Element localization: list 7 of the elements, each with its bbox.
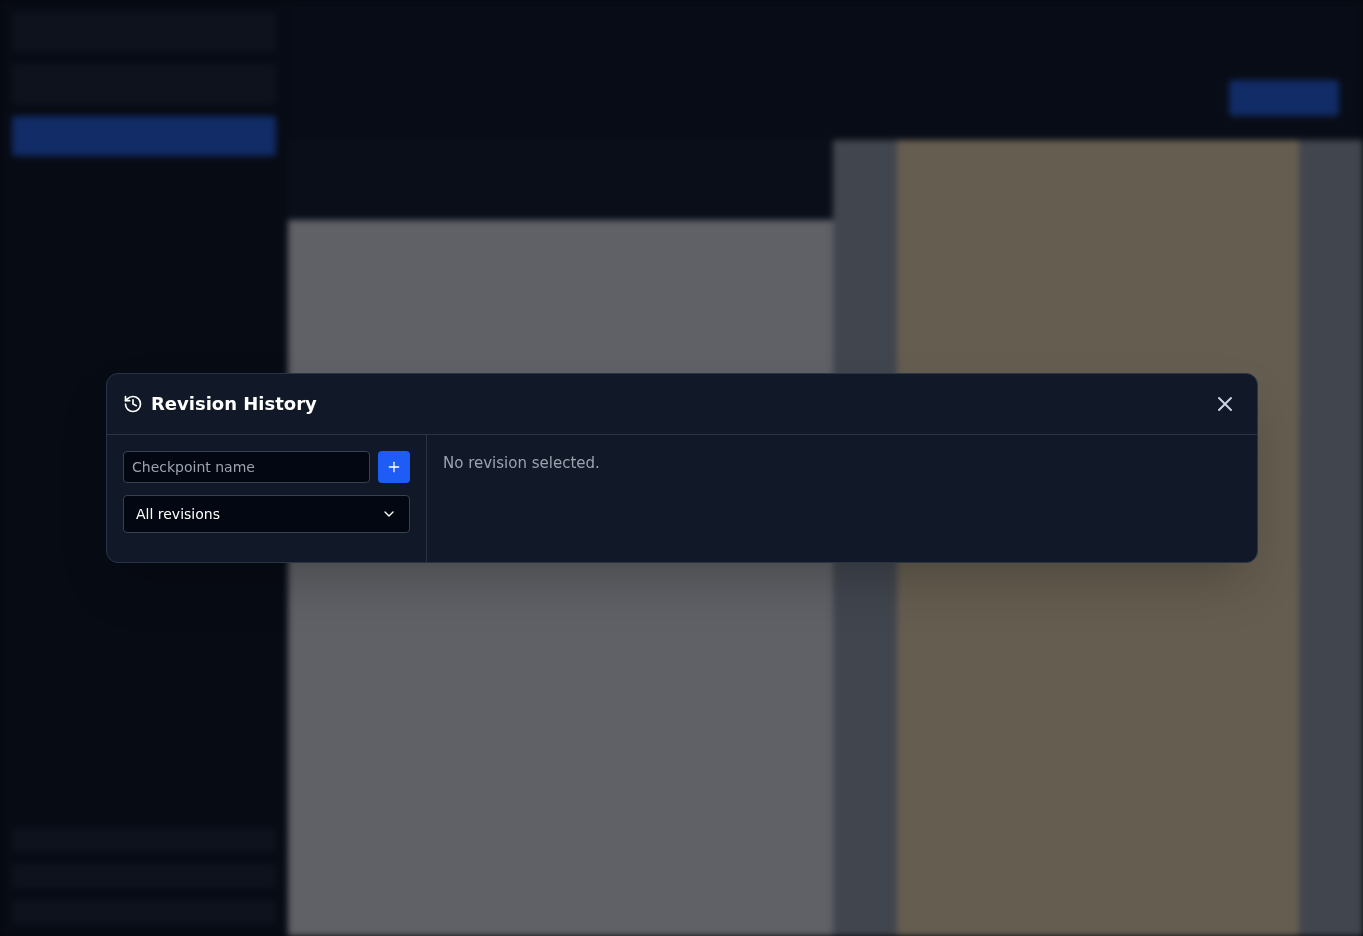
history-icon — [123, 394, 143, 414]
checkpoint-name-field[interactable]: Checkpoint name — [123, 451, 370, 483]
plus-icon — [386, 459, 402, 475]
add-button[interactable] — [378, 451, 410, 483]
empty-message: No revision selected. — [443, 454, 600, 472]
dialog-title: Revision History — [151, 392, 317, 416]
revision-filter-select[interactable]: All revisions — [123, 495, 410, 533]
